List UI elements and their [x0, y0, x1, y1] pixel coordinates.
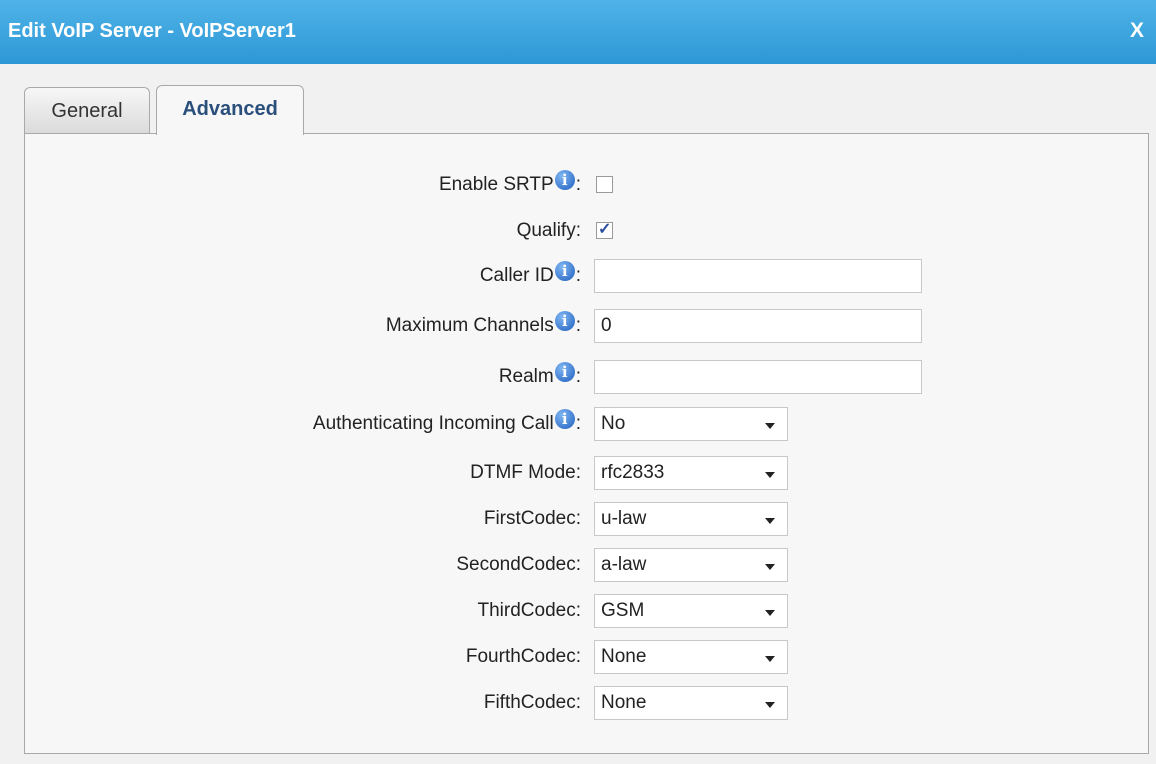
realm-label: Realm i: — [499, 360, 581, 394]
info-icon[interactable]: i — [554, 409, 575, 429]
row-fifth-codec: FifthCodec: None — [0, 686, 1156, 720]
fifth-codec-value: None — [601, 692, 647, 713]
fourth-codec-select[interactable]: None — [594, 640, 788, 674]
qualify-checkbox[interactable] — [596, 219, 613, 239]
row-first-codec: FirstCodec: u-law — [0, 502, 1156, 536]
row-auth-incoming: Authenticating Incoming Call i: No — [0, 407, 1156, 441]
close-button[interactable]: X — [1130, 19, 1144, 43]
chevron-down-icon — [765, 472, 775, 478]
fourth-codec-value: None — [601, 646, 647, 667]
fifth-codec-select[interactable]: None — [594, 686, 788, 720]
dtmf-mode-value: rfc2833 — [601, 462, 665, 483]
chevron-down-icon — [765, 564, 775, 570]
max-channels-input[interactable]: 0 — [594, 309, 922, 343]
first-codec-value: u-law — [601, 508, 647, 529]
tab-advanced[interactable]: Advanced — [156, 85, 304, 135]
row-enable-srtp: Enable SRTP i: — [0, 168, 1156, 202]
dtmf-mode-select[interactable]: rfc2833 — [594, 456, 788, 490]
realm-input[interactable] — [594, 360, 922, 394]
third-codec-select[interactable]: GSM — [594, 594, 788, 628]
first-codec-select[interactable]: u-law — [594, 502, 788, 536]
max-channels-label: Maximum Channels i: — [386, 309, 581, 343]
row-qualify: Qualify: — [0, 214, 1156, 248]
colon: : — [575, 174, 581, 195]
first-codec-label: FirstCodec: — [483, 508, 581, 529]
auth-incoming-select[interactable]: No — [594, 407, 788, 441]
caller-id-input[interactable] — [594, 259, 922, 293]
colon: : — [575, 413, 581, 434]
caller-id-label: Caller ID i: — [480, 259, 581, 293]
row-dtmf-mode: DTMF Mode: rfc2833 — [0, 456, 1156, 490]
fifth-codec-label: FifthCodec: — [483, 692, 581, 713]
auth-incoming-text: Authenticating Incoming Call — [312, 413, 554, 434]
chevron-down-icon — [765, 656, 775, 662]
info-icon[interactable]: i — [554, 170, 575, 190]
realm-text: Realm — [498, 366, 554, 387]
second-codec-value: a-law — [601, 554, 647, 575]
dialog-title: Edit VoIP Server - VoIPServer1 — [8, 20, 296, 42]
colon: : — [575, 265, 581, 286]
enable-srtp-text: Enable SRTP — [438, 174, 554, 195]
enable-srtp-checkbox[interactable] — [596, 176, 613, 193]
tab-general[interactable]: General — [24, 87, 150, 134]
chevron-down-icon — [765, 610, 775, 616]
colon: : — [575, 366, 581, 387]
third-codec-value: GSM — [601, 600, 645, 621]
info-icon[interactable]: i — [554, 311, 575, 331]
third-codec-label: ThirdCodec: — [477, 600, 582, 621]
row-fourth-codec: FourthCodec: None — [0, 640, 1156, 674]
row-second-codec: SecondCodec: a-law — [0, 548, 1156, 582]
second-codec-label: SecondCodec: — [456, 554, 581, 575]
auth-incoming-label: Authenticating Incoming Call i: — [313, 407, 581, 441]
row-realm: Realm i: — [0, 360, 1156, 394]
info-icon[interactable]: i — [554, 362, 575, 382]
dtmf-mode-label: DTMF Mode: — [470, 462, 581, 483]
row-max-channels: Maximum Channels i: 0 — [0, 309, 1156, 343]
fourth-codec-label: FourthCodec: — [465, 646, 581, 667]
auth-incoming-value: No — [601, 413, 626, 434]
row-third-codec: ThirdCodec: GSM — [0, 594, 1156, 628]
qualify-label: Qualify: — [516, 220, 581, 241]
dialog-title-bar: Edit VoIP Server - VoIPServer1 X — [0, 0, 1156, 64]
info-icon[interactable]: i — [554, 261, 575, 281]
max-channels-text: Maximum Channels — [385, 315, 554, 336]
chevron-down-icon — [765, 518, 775, 524]
colon: : — [575, 315, 581, 336]
row-caller-id: Caller ID i: — [0, 259, 1156, 293]
enable-srtp-label: Enable SRTP i: — [439, 168, 581, 202]
chevron-down-icon — [765, 702, 775, 708]
chevron-down-icon — [765, 423, 775, 429]
second-codec-select[interactable]: a-law — [594, 548, 788, 582]
caller-id-text: Caller ID — [479, 265, 554, 286]
